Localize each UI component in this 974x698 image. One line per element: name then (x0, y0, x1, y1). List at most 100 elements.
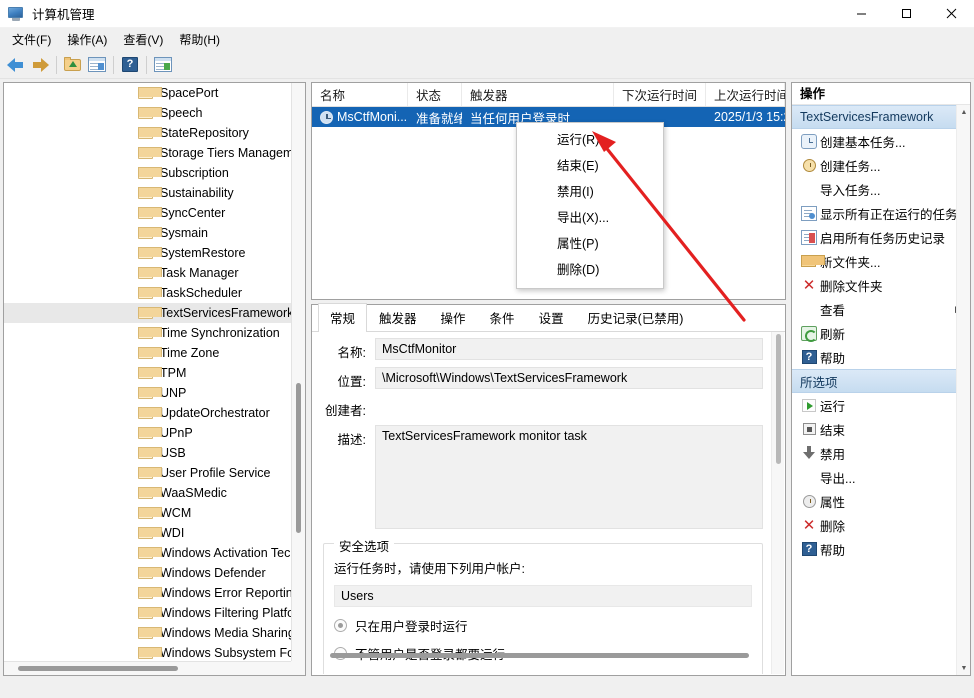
menu-file[interactable]: 文件(F) (4, 28, 59, 51)
action-create-task[interactable]: 创建任务... (792, 153, 970, 177)
detail-field-value[interactable]: MsCtfMonitor (375, 338, 763, 360)
menu-view[interactable]: 查看(V) (115, 28, 171, 51)
actions-scroll-down-icon[interactable]: ▼ (957, 661, 971, 675)
folder-icon (138, 607, 154, 620)
action-help-2[interactable]: ?帮助 (792, 537, 970, 561)
detail-vertical-scroll-thumb[interactable] (776, 334, 781, 464)
menu-help[interactable]: 帮助(H) (171, 28, 228, 51)
action-view[interactable]: 查看▶ (792, 297, 970, 321)
detail-horizontal-scrollbar[interactable] (330, 649, 749, 661)
actions-scroll-up-icon[interactable]: ▲ (957, 105, 971, 119)
ctx-delete[interactable]: 删除(D) (517, 257, 663, 283)
tree-item[interactable]: Time Synchronization (4, 323, 291, 343)
tree-item[interactable]: SyncCenter (4, 203, 291, 223)
ctx-run[interactable]: 运行(R) (517, 127, 663, 153)
action-create-basic-task[interactable]: 创建基本任务... (792, 129, 970, 153)
tree-vertical-scroll-thumb[interactable] (296, 383, 301, 533)
tree-horizontal-scrollbar[interactable] (4, 661, 291, 675)
show-hide-console-tree-button[interactable] (85, 53, 109, 77)
forward-button[interactable] (28, 53, 52, 77)
tree-item[interactable]: Windows Error Reporting (4, 583, 291, 603)
console-tree-list[interactable]: SpacePortSpeechStateRepositoryStorage Ti… (4, 83, 291, 661)
actions-section-folder[interactable]: TextServicesFramework▲ (792, 105, 970, 129)
ctx-end[interactable]: 结束(E) (517, 153, 663, 179)
close-button[interactable] (929, 0, 974, 28)
tree-item[interactable]: WaaSMedic (4, 483, 291, 503)
tree-item[interactable]: UPnP (4, 423, 291, 443)
tree-item[interactable]: Task Manager (4, 263, 291, 283)
tree-item[interactable]: SpacePort (4, 83, 291, 103)
back-button[interactable] (4, 53, 28, 77)
tree-item[interactable]: UpdateOrchestrator (4, 403, 291, 423)
maximize-button[interactable] (884, 0, 929, 28)
action-help[interactable]: ?帮助 (792, 345, 970, 369)
show-hide-action-pane-button[interactable] (151, 53, 175, 77)
detail-tab[interactable]: 常规 (318, 303, 367, 332)
tree-item[interactable]: WCM (4, 503, 291, 523)
tree-item[interactable]: Windows Subsystem For (4, 643, 291, 661)
action-delete[interactable]: ✕删除 (792, 513, 970, 537)
folder-up-icon (64, 57, 82, 72)
detail-tab[interactable]: 操作 (429, 303, 478, 332)
tree-item[interactable]: Windows Activation Techr (4, 543, 291, 563)
tree-item[interactable]: Windows Defender (4, 563, 291, 583)
ctx-export[interactable]: 导出(X)... (517, 205, 663, 231)
actions-section-selected[interactable]: 所选项▲ (792, 369, 970, 393)
action-run[interactable]: 运行 (792, 393, 970, 417)
up-one-level-button[interactable] (61, 53, 85, 77)
detail-horizontal-scroll-thumb[interactable] (330, 653, 749, 658)
action-properties[interactable]: 属性 (792, 489, 970, 513)
tree-vertical-scrollbar[interactable] (291, 83, 305, 661)
detail-field-value[interactable] (375, 396, 763, 416)
detail-tab[interactable]: 条件 (478, 303, 527, 332)
detail-vertical-scrollbar[interactable] (771, 332, 784, 674)
action-disable[interactable]: 禁用 (792, 441, 970, 465)
detail-field-value[interactable]: \Microsoft\Windows\TextServicesFramework (375, 367, 763, 389)
tree-item[interactable]: Sysmain (4, 223, 291, 243)
tree-item[interactable]: Sustainability (4, 183, 291, 203)
minimize-button[interactable] (839, 0, 884, 28)
action-delete-folder[interactable]: ✕删除文件夹 (792, 273, 970, 297)
tree-item[interactable]: Windows Filtering Platforı (4, 603, 291, 623)
folder-icon (138, 227, 154, 240)
tree-item[interactable]: WDI (4, 523, 291, 543)
action-new-folder[interactable]: 新文件夹... (792, 249, 970, 273)
tree-item[interactable]: Time Zone (4, 343, 291, 363)
tree-item[interactable]: SystemRestore (4, 243, 291, 263)
task-column-header[interactable]: 名称 (312, 83, 408, 106)
tree-item[interactable]: TextServicesFramework (4, 303, 291, 323)
help-button[interactable]: ? (118, 53, 142, 77)
ctx-disable[interactable]: 禁用(I) (517, 179, 663, 205)
task-column-header[interactable]: 下次运行时间 (614, 83, 706, 106)
detail-tab[interactable]: 触发器 (367, 303, 429, 332)
tree-item[interactable]: User Profile Service (4, 463, 291, 483)
action-show-running-tasks[interactable]: 显示所有正在运行的任务 (792, 201, 970, 225)
tree-item[interactable]: USB (4, 443, 291, 463)
tree-item[interactable]: UNP (4, 383, 291, 403)
tree-horizontal-scroll-thumb[interactable] (18, 666, 178, 671)
detail-field-value[interactable]: TextServicesFramework monitor task (375, 425, 763, 529)
action-enable-all-history[interactable]: 启用所有任务历史记录 (792, 225, 970, 249)
tree-item[interactable]: TPM (4, 363, 291, 383)
action-export[interactable]: 导出... (792, 465, 970, 489)
task-column-header[interactable]: 触发器 (462, 83, 614, 106)
task-context-menu[interactable]: 运行(R)结束(E)禁用(I)导出(X)...属性(P)删除(D) (516, 122, 664, 289)
tree-item[interactable]: StateRepository (4, 123, 291, 143)
action-import-task[interactable]: 导入任务... (792, 177, 970, 201)
detail-tab[interactable]: 设置 (527, 303, 576, 332)
tree-item[interactable]: Windows Media Sharing (4, 623, 291, 643)
menu-action[interactable]: 操作(A) (59, 28, 115, 51)
actions-vertical-scrollbar[interactable]: ▲ ▼ (956, 105, 970, 675)
tree-item[interactable]: Speech (4, 103, 291, 123)
tree-item[interactable]: Subscription (4, 163, 291, 183)
tree-item[interactable]: TaskScheduler (4, 283, 291, 303)
task-column-header[interactable]: 上次运行时间 (706, 83, 785, 106)
action-refresh[interactable]: 刷新 (792, 321, 970, 345)
action-end[interactable]: 结束 (792, 417, 970, 441)
radio-run-only-when-logged-in[interactable]: 只在用户登录时运行 (334, 616, 752, 635)
tree-item-label: USB (160, 446, 186, 460)
task-column-header[interactable]: 状态 (408, 83, 462, 106)
ctx-properties[interactable]: 属性(P) (517, 231, 663, 257)
detail-tab[interactable]: 历史记录(已禁用) (576, 303, 696, 332)
tree-item[interactable]: Storage Tiers Manageme (4, 143, 291, 163)
